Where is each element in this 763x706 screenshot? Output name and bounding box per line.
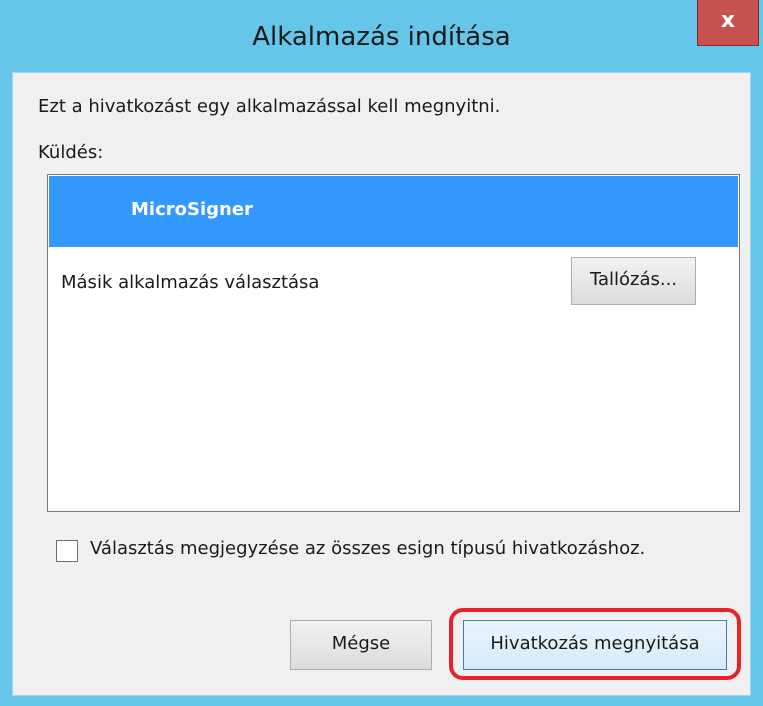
send-to-label: Küldés:	[38, 142, 104, 163]
choose-other-app-label: Másik alkalmazás választása	[61, 272, 320, 293]
launch-application-dialog: Alkalmazás indítása x Ezt a hivatkozást …	[0, 0, 763, 706]
intro-text: Ezt a hivatkozást egy alkalmazással kell…	[38, 96, 501, 117]
window-title: Alkalmazás indítása	[252, 22, 511, 52]
remember-choice-label[interactable]: Választás megjegyzése az összes esign tí…	[90, 538, 645, 559]
cancel-button[interactable]: Mégse	[290, 620, 432, 670]
open-link-button[interactable]: Hivatkozás megnyitása	[463, 620, 727, 670]
close-button[interactable]: x	[697, 0, 759, 46]
remember-choice-checkbox[interactable]	[56, 540, 78, 562]
title-bar[interactable]: Alkalmazás indítása x	[0, 0, 763, 72]
browse-button[interactable]: Tallózás...	[571, 257, 696, 305]
app-list-item-label: MicroSigner	[131, 199, 253, 220]
application-list[interactable]: MicroSigner Másik alkalmazás választása …	[47, 174, 740, 512]
app-list-item-microsigner[interactable]: MicroSigner	[49, 176, 738, 247]
